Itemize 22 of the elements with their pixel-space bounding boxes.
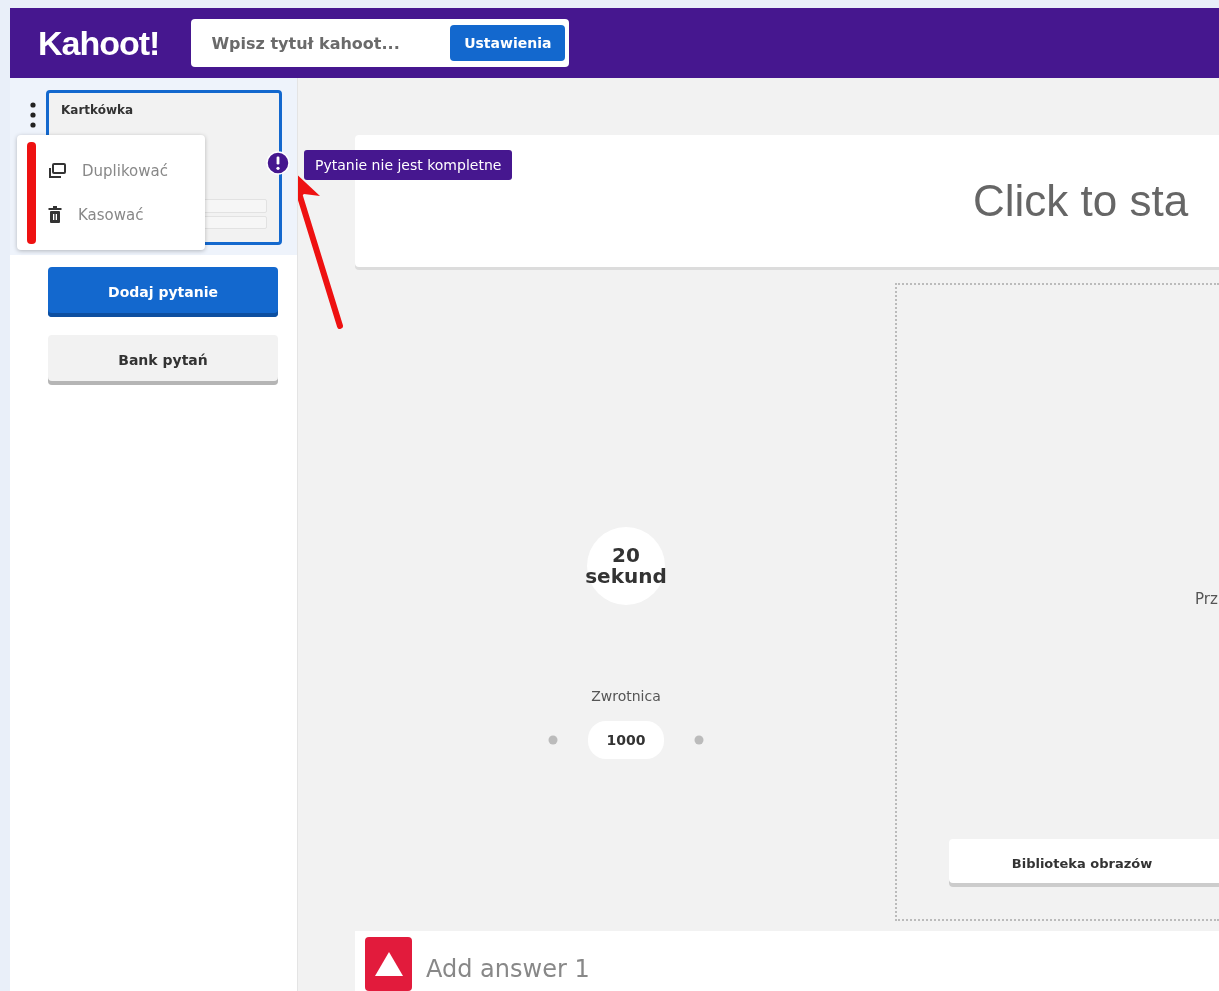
media-drop-area[interactable]: Prz Biblioteka obrazów <box>895 283 1219 921</box>
settings-button[interactable]: Ustawienia <box>450 25 566 61</box>
menu-item[interactable]: Kasować <box>44 201 178 228</box>
points-label: Zwrotnica <box>591 688 661 705</box>
decrease-dot-icon[interactable] <box>548 735 558 746</box>
add-question-button[interactable]: Dodaj pytanie <box>48 267 278 317</box>
points-button[interactable]: 1000 <box>588 721 664 760</box>
menu-item[interactable]: Duplikować <box>44 157 178 184</box>
increase-dot-icon[interactable] <box>694 735 704 746</box>
slide-title: Kartkówka <box>61 103 135 117</box>
answer-field[interactable]: Add answer 1 <box>355 931 1219 991</box>
question-bank-button[interactable]: Bank pytań <box>48 335 278 385</box>
more-options-icon[interactable] <box>30 102 36 128</box>
title-field[interactable]: Wpisz tytuł kahoot... Ustawienia <box>191 19 570 67</box>
trash-icon <box>48 206 62 223</box>
tooltip: Pytanie nie jest kompletne <box>304 150 513 180</box>
media-hint: Prz <box>1195 590 1218 609</box>
triangle-icon <box>373 951 404 977</box>
time-limit-button[interactable]: 20 sekund <box>587 527 665 606</box>
image-library-button[interactable]: Biblioteka obrazów <box>949 839 1219 887</box>
duplicate-icon <box>48 162 66 179</box>
logo[interactable]: Kahoot! <box>38 23 160 63</box>
